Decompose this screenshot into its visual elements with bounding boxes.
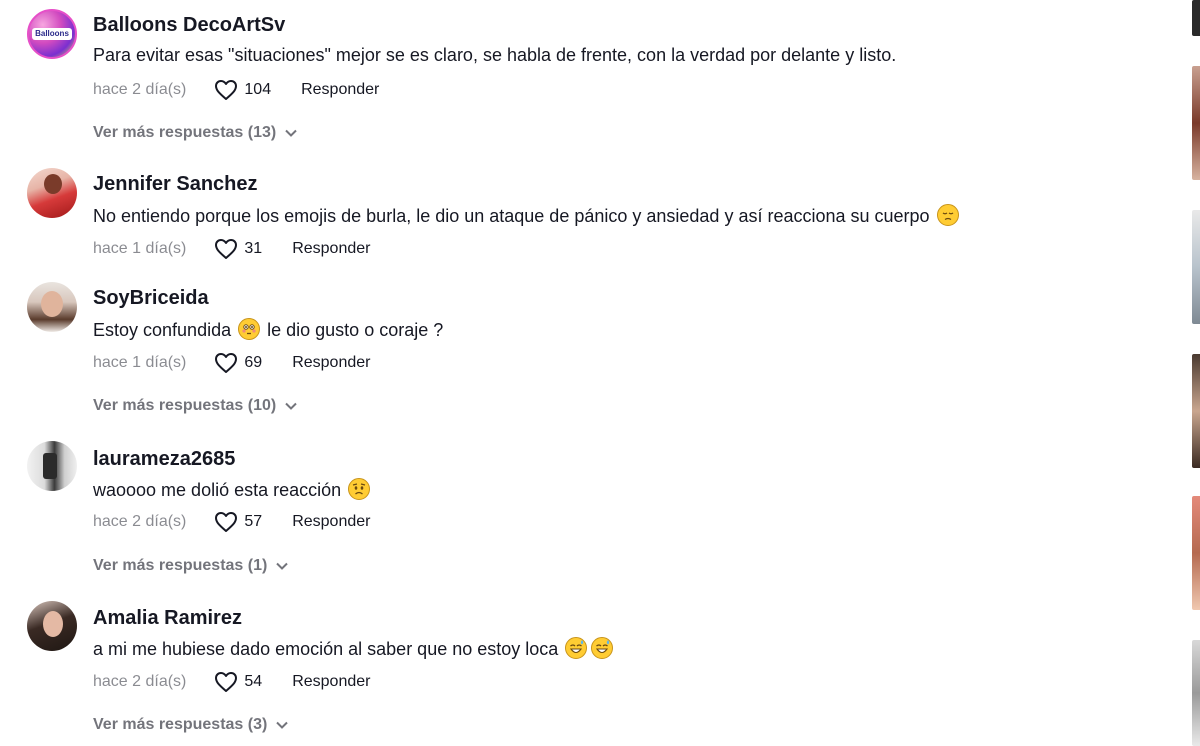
heart-outline-icon	[215, 512, 238, 532]
like-count: 57	[244, 513, 263, 530]
like-count: 31	[244, 240, 263, 257]
view-more-replies[interactable]: Ver más respuestas (3)	[93, 716, 289, 734]
pensive-face-icon	[936, 204, 959, 226]
comment-date: hace 1 día(s)	[93, 354, 187, 371]
comment-meta: hace 2 día(s) 57 Responder	[93, 511, 370, 533]
comment-username[interactable]: Balloons DecoArtSv	[93, 14, 285, 37]
video-thumbnail[interactable]	[1192, 66, 1200, 180]
comment-text-before: Estoy confundida	[93, 320, 232, 340]
video-thumbnail[interactable]	[1192, 354, 1200, 468]
like-button[interactable]: 104	[214, 79, 271, 101]
comment-username[interactable]: SoyBriceida	[93, 287, 209, 310]
flushed-face-icon	[238, 318, 261, 340]
comment-text: waoooo me dolió esta reacción	[93, 478, 372, 501]
heart-outline-icon	[215, 672, 238, 692]
comment-list: Balloons Balloons DecoArtSv Para evitar …	[0, 0, 1190, 746]
avatar[interactable]: Balloons	[27, 9, 77, 59]
chevron-down-icon	[285, 129, 297, 137]
worried-face-icon	[348, 478, 371, 500]
chevron-down-icon	[276, 721, 289, 729]
heart-outline-icon	[215, 353, 238, 373]
avatar[interactable]	[27, 282, 77, 332]
video-thumbnail[interactable]	[1192, 640, 1200, 746]
like-button[interactable]: 54	[214, 671, 262, 693]
grinning-sweat-face-icon	[565, 637, 588, 659]
view-more-replies[interactable]: Ver más respuestas (1)	[93, 557, 289, 575]
comment-meta: hace 2 día(s) 104 Responder	[93, 79, 379, 101]
chevron-down-icon	[285, 402, 297, 410]
comment-text: No entiendo porque los emojis de burla, …	[93, 204, 961, 227]
video-thumbnail[interactable]	[1192, 210, 1200, 324]
comment-text-body: No entiendo porque los emojis de burla, …	[93, 206, 930, 226]
grinning-sweat-face-icon	[591, 637, 614, 659]
avatar[interactable]	[27, 441, 77, 491]
comment-text-body: a mi me hubiese dado emoción al saber qu…	[93, 639, 559, 659]
view-more-replies[interactable]: Ver más respuestas (10)	[93, 397, 298, 415]
view-more-replies[interactable]: Ver más respuestas (13)	[93, 124, 298, 142]
comment-text: Estoy confundida le dio gusto o coraje ?	[93, 318, 443, 341]
comment-meta: hace 2 día(s) 54 Responder	[93, 671, 370, 693]
reply-button[interactable]: Responder	[292, 354, 370, 372]
reply-button[interactable]: Responder	[292, 673, 370, 691]
avatar[interactable]	[27, 168, 77, 218]
reply-button[interactable]: Responder	[292, 240, 370, 258]
comment-meta: hace 1 día(s) 31 Responder	[93, 238, 370, 260]
like-count: 69	[244, 354, 263, 371]
comment-date: hace 2 día(s)	[93, 513, 187, 530]
comment-text-body: waoooo me dolió esta reacción	[93, 480, 342, 500]
comment-username[interactable]: Amalia Ramirez	[93, 607, 242, 630]
like-count: 54	[244, 673, 263, 690]
comment-date: hace 2 día(s)	[93, 673, 187, 690]
like-button[interactable]: 69	[214, 352, 262, 374]
reply-button[interactable]: Responder	[301, 81, 379, 99]
video-thumbnail[interactable]	[1192, 496, 1200, 610]
comment-meta: hace 1 día(s) 69 Responder	[93, 352, 370, 374]
heart-outline-icon	[215, 80, 238, 100]
view-more-replies-label: Ver más respuestas (3)	[93, 716, 268, 733]
heart-outline-icon	[215, 239, 238, 259]
reply-button[interactable]: Responder	[292, 513, 370, 531]
view-more-replies-label: Ver más respuestas (13)	[93, 124, 277, 141]
video-thumbnail[interactable]	[1192, 0, 1200, 36]
avatar-logo: Balloons	[32, 28, 72, 40]
view-more-replies-label: Ver más respuestas (10)	[93, 397, 277, 414]
like-count: 104	[244, 81, 272, 98]
comment-text: a mi me hubiese dado emoción al saber qu…	[93, 637, 615, 660]
comment-username[interactable]: Jennifer Sanchez	[93, 173, 258, 196]
comment-text-after: le dio gusto o coraje ?	[267, 320, 444, 340]
like-button[interactable]: 57	[214, 511, 262, 533]
avatar[interactable]	[27, 601, 77, 651]
comment-text: Para evitar esas "situaciones" mejor se …	[93, 45, 897, 65]
like-button[interactable]: 31	[214, 238, 262, 260]
comment-date: hace 2 día(s)	[93, 81, 187, 98]
comment-date: hace 1 día(s)	[93, 240, 187, 257]
chevron-down-icon	[276, 562, 289, 570]
view-more-replies-label: Ver más respuestas (1)	[93, 557, 268, 574]
comment-username[interactable]: laurameza2685	[93, 448, 235, 471]
